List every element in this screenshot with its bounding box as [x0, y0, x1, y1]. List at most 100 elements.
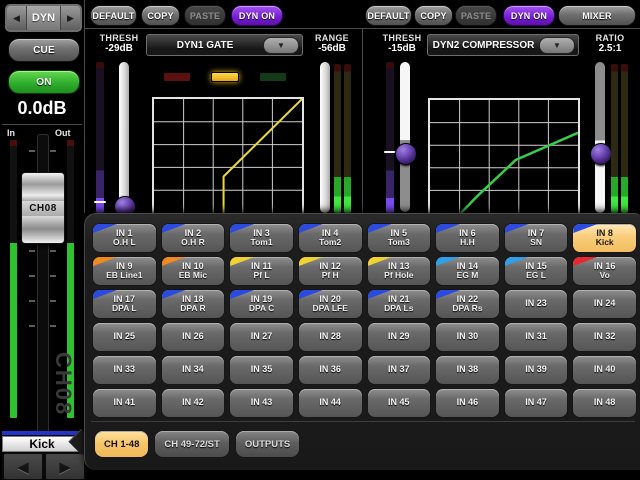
channel-select-button[interactable]: IN 19 DPA C [230, 290, 293, 318]
channel-id: IN 27 [251, 331, 273, 341]
screen-next-button[interactable]: ▶ [61, 6, 80, 30]
dyn1-copy-button[interactable]: COPY [141, 5, 180, 26]
dyn1-range-slider[interactable] [320, 62, 330, 213]
channel-select-button[interactable]: IN 32 [573, 323, 636, 351]
channel-select-button[interactable]: IN 48 [573, 389, 636, 417]
channel-select-button[interactable]: IN 27 [230, 323, 293, 351]
channel-select-button[interactable]: IN 40 [573, 356, 636, 384]
channel-select-button[interactable]: IN 23 [505, 290, 568, 318]
channel-select-button[interactable]: IN 2 O.H R [162, 224, 225, 252]
channel-select-button[interactable]: IN 25 [93, 323, 156, 351]
channel-select-button[interactable]: IN 34 [162, 356, 225, 384]
channel-select-button[interactable]: IN 29 [368, 323, 431, 351]
channel-select-button[interactable]: IN 20 DPA LFE [299, 290, 362, 318]
fader-knob-label: CH08 [22, 201, 64, 216]
channel-select-button[interactable]: IN 33 [93, 356, 156, 384]
dyn1-dropdown-button[interactable]: ▼ [263, 37, 299, 54]
dyn2-ratio-knob[interactable] [590, 143, 612, 165]
dyn2-thresh-slider[interactable] [400, 62, 410, 212]
channel-select-button[interactable]: IN 3 Tom1 [230, 224, 293, 252]
channel-label: EG L [526, 271, 546, 281]
channel-select-button[interactable]: IN 1 O.H L [93, 224, 156, 252]
channel-select-button[interactable]: IN 17 DPA L [93, 290, 156, 318]
dyn1-thresh-label: THRESH [95, 33, 143, 43]
channel-label: H.H [460, 238, 475, 248]
channel-select-button[interactable]: IN 6 H.H [436, 224, 499, 252]
channel-id: IN 24 [594, 298, 616, 308]
channel-select-button[interactable]: IN 36 [299, 356, 362, 384]
channel-select-button[interactable]: IN 11 Pf L [230, 257, 293, 285]
dyn1-default-button[interactable]: DEFAULT [90, 5, 137, 26]
channel-color-tag-icon [368, 224, 392, 233]
dyn2-dropdown-button[interactable]: ▼ [539, 37, 575, 54]
dyn1-gate-curve [224, 99, 302, 213]
channel-id: IN 40 [594, 364, 616, 374]
screen-prev-button[interactable]: ◀ [7, 6, 26, 30]
channel-select-button[interactable]: IN 42 [162, 389, 225, 417]
dyn2-copy-button[interactable]: COPY [414, 5, 453, 26]
channel-on-button[interactable]: ON [8, 70, 80, 94]
channel-select-button[interactable]: IN 9 EB Line1 [93, 257, 156, 285]
channel-label: Kick [596, 238, 614, 248]
left-arrow-icon: ◀ [17, 458, 29, 476]
mixer-button[interactable]: MIXER [558, 5, 636, 26]
dyn2-default-button[interactable]: DEFAULT [365, 5, 412, 26]
channel-grid: IN 1 O.H L IN 2 O.H R IN 3 Tom1 IN 4 Tom… [93, 224, 636, 417]
channel-select-button[interactable]: IN 30 [436, 323, 499, 351]
dyn1-type-dropdown[interactable]: DYN1 GATE ▼ [146, 34, 303, 56]
channel-select-button[interactable]: IN 39 [505, 356, 568, 384]
channel-select-button[interactable]: IN 18 DPA R [162, 290, 225, 318]
channel-select-button[interactable]: IN 4 Tom2 [299, 224, 362, 252]
channel-select-button[interactable]: IN 46 [436, 389, 499, 417]
dyn2-paste-button[interactable]: PASTE [455, 5, 497, 26]
channel-select-button[interactable]: IN 15 EG L [505, 257, 568, 285]
channel-select-button[interactable]: IN 35 [230, 356, 293, 384]
fader-knob[interactable]: CH08 [21, 172, 65, 244]
channel-id: IN 38 [457, 364, 479, 374]
channel-select-button[interactable]: IN 7 SN [505, 224, 568, 252]
channel-select-button[interactable]: IN 44 [299, 389, 362, 417]
tab-outputs[interactable]: OUTPUTS [236, 431, 299, 457]
dyn1-paste-button[interactable]: PASTE [184, 5, 226, 26]
channel-select-button[interactable]: IN 16 Vo [573, 257, 636, 285]
channel-select-button[interactable]: IN 38 [436, 356, 499, 384]
channel-select-button[interactable]: IN 12 Pf H [299, 257, 362, 285]
channel-select-button[interactable]: IN 24 [573, 290, 636, 318]
dyn1-thresh-value: -29dB [95, 43, 143, 54]
channel-select-button[interactable]: IN 45 [368, 389, 431, 417]
channel-select-button[interactable]: IN 13 Pf Hole [368, 257, 431, 285]
channel-select-button[interactable]: IN 10 EB Mic [162, 257, 225, 285]
channel-select-button[interactable]: IN 26 [162, 323, 225, 351]
channel-select-button[interactable]: IN 43 [230, 389, 293, 417]
dyn1-graph [152, 97, 304, 215]
dyn2-thresh-value: -15dB [378, 43, 426, 54]
channel-select-button[interactable]: IN 41 [93, 389, 156, 417]
channel-select-button[interactable]: IN 47 [505, 389, 568, 417]
channel-id: IN 43 [251, 397, 273, 407]
tab-ch-49-72-st[interactable]: CH 49-72/ST [155, 431, 228, 457]
dyn1-thresh-marker [94, 201, 106, 203]
dyn2-type-dropdown[interactable]: DYN2 COMPRESSOR ▼ [427, 34, 579, 56]
channel-label: Pf H [322, 271, 339, 281]
channel-color-bar [2, 431, 80, 435]
dyn2-on-button[interactable]: DYN ON [503, 5, 555, 26]
dyn1-type-label: DYN1 GATE [147, 40, 263, 51]
dyn1-thresh-slider[interactable] [119, 62, 129, 212]
channel-select-button[interactable]: IN 22 DPA Rs [436, 290, 499, 318]
dyn2-thresh-knob[interactable] [395, 143, 417, 165]
channel-select-button[interactable]: IN 14 EG M [436, 257, 499, 285]
channel-select-button[interactable]: IN 21 DPA Ls [368, 290, 431, 318]
dyn1-led-red [163, 72, 191, 82]
dyn2-ratio-slider[interactable] [595, 62, 605, 213]
channel-select-button[interactable]: IN 8 Kick [573, 224, 636, 252]
cue-button[interactable]: CUE [8, 38, 80, 62]
channel-prev-button[interactable]: ◀ [2, 452, 44, 480]
dyn1-on-button[interactable]: DYN ON [231, 5, 283, 26]
channel-select-button[interactable]: IN 31 [505, 323, 568, 351]
channel-select-button[interactable]: IN 5 Tom3 [368, 224, 431, 252]
channel-next-button[interactable]: ▶ [44, 452, 86, 480]
tab-ch-1-48[interactable]: CH 1-48 [95, 431, 148, 457]
channel-select-button[interactable]: IN 37 [368, 356, 431, 384]
dyn1-gr-meter-l [334, 64, 341, 213]
channel-select-button[interactable]: IN 28 [299, 323, 362, 351]
